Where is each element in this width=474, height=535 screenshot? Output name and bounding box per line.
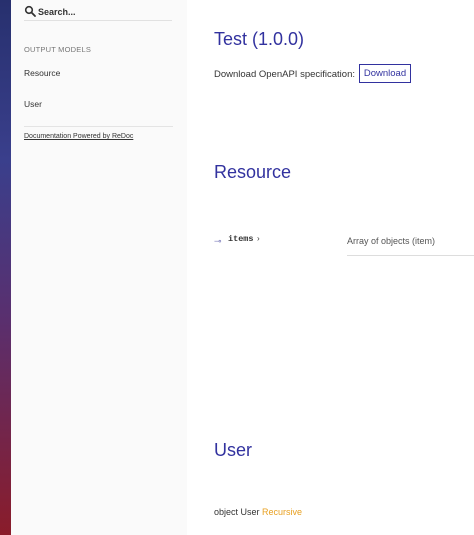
property-name[interactable]: items	[228, 234, 254, 244]
download-button[interactable]: Download	[359, 64, 411, 83]
sidebar-item-resource[interactable]: Resource	[24, 68, 60, 78]
section-title-resource: Resource	[214, 162, 292, 182]
search-box	[24, 4, 172, 21]
window-edge-strip	[0, 0, 11, 535]
sidebar-divider	[24, 126, 173, 127]
user-type-text: object User	[214, 507, 260, 517]
search-icon	[24, 5, 36, 17]
sidebar-item-user[interactable]: User	[24, 99, 42, 109]
search-input[interactable]	[38, 4, 172, 19]
section-title-user: User	[214, 440, 253, 460]
property-type: Array of objects (item)	[347, 236, 436, 246]
powered-by-link[interactable]: Documentation Powered by ReDoc	[24, 133, 133, 140]
sidebar-section-label: OUTPUT MODELS	[24, 45, 92, 54]
sidebar: OUTPUT MODELS Resource User Documentatio…	[11, 0, 187, 535]
download-label: Download OpenAPI specification:	[214, 69, 355, 80]
user-type-description: object User Recursive	[214, 507, 302, 517]
property-connector-icon: ⊸	[214, 236, 222, 246]
main-content: Test (1.0.0) Download OpenAPI specificat…	[187, 0, 474, 535]
api-title: Test (1.0.0)	[214, 29, 305, 49]
chevron-right-icon[interactable]: ›	[257, 234, 260, 243]
recursive-badge: Recursive	[262, 507, 303, 517]
property-divider	[347, 255, 474, 256]
